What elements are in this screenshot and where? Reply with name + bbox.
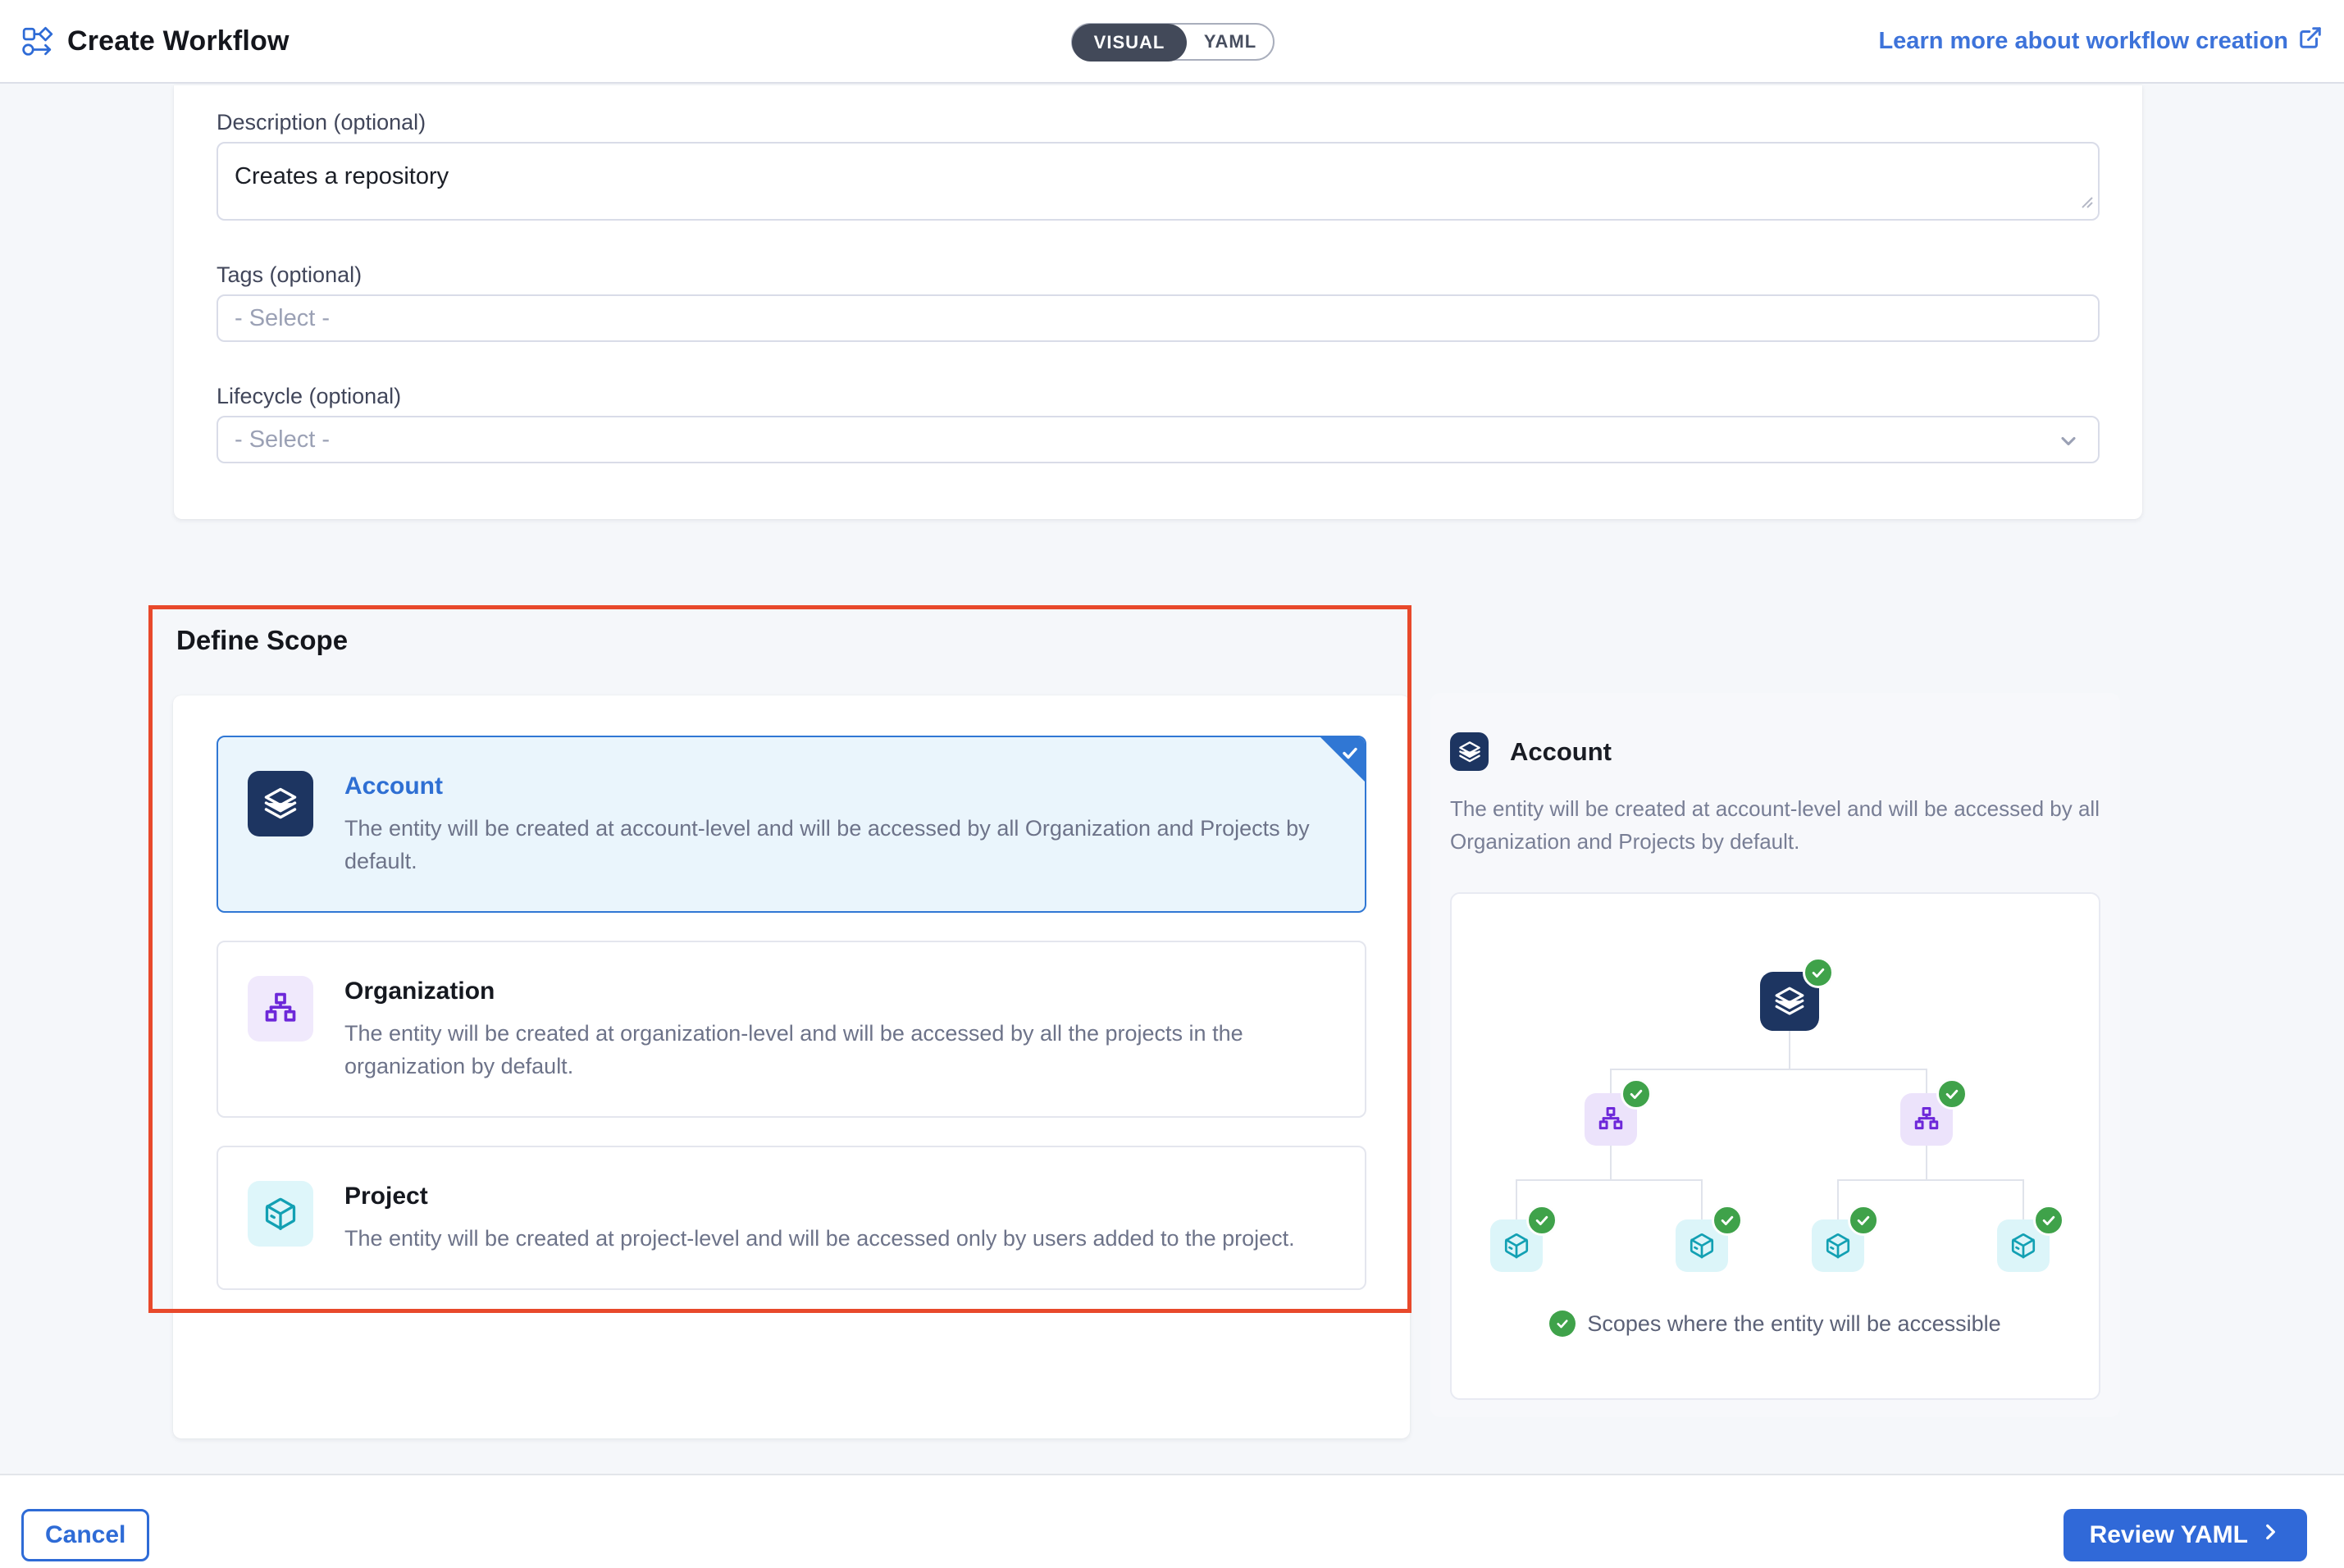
cube-icon <box>1503 1232 1530 1260</box>
tree-connector <box>1610 1069 1927 1070</box>
tags-label: Tags (optional) <box>217 262 2100 288</box>
option-description: The entity will be created at project-le… <box>344 1222 1295 1255</box>
visual-yaml-toggle: VISUAL YAML <box>1071 23 1275 61</box>
footer: Cancel Review YAML <box>0 1474 2344 1568</box>
scope-option-organization[interactable]: Organization The entity will be created … <box>217 941 1366 1118</box>
tree-connector <box>1837 1179 1839 1219</box>
scope-preview-panel: Account The entity will be created at ac… <box>1430 693 2120 1417</box>
scope-options-panel: Account The entity will be created at ac… <box>173 695 1410 1438</box>
layers-icon <box>1450 732 1489 771</box>
org-chart-icon <box>1913 1105 1940 1133</box>
scope-tree-card: Scopes where the entity will be accessib… <box>1450 892 2100 1400</box>
option-text: Project The entity will be created at pr… <box>344 1181 1295 1255</box>
learn-more-label: Learn more about workflow creation <box>1878 28 2288 55</box>
org-chart-icon <box>1597 1105 1625 1133</box>
toggle-visual[interactable]: VISUAL <box>1072 24 1187 62</box>
preview-description: The entity will be created at account-le… <box>1450 792 2100 858</box>
cube-icon <box>1688 1232 1716 1260</box>
layers-icon <box>248 771 313 836</box>
lifecycle-select[interactable]: - Select - <box>217 416 2100 463</box>
scope-option-project[interactable]: Project The entity will be created at pr… <box>217 1146 1366 1290</box>
review-yaml-button[interactable]: Review YAML <box>2064 1509 2307 1561</box>
preview-header: Account <box>1450 732 2100 771</box>
tree-connector <box>1701 1179 1703 1219</box>
description-label: Description (optional) <box>217 109 2100 135</box>
check-badge-icon <box>1712 1205 1743 1236</box>
check-badge-icon <box>2033 1205 2064 1236</box>
org-chart-icon <box>248 976 313 1042</box>
tree-connector <box>1926 1146 1927 1179</box>
tree-connector <box>1610 1069 1612 1093</box>
chevron-down-icon <box>2057 430 2080 457</box>
workflow-form-card: Description (optional) Creates a reposit… <box>174 85 2142 519</box>
layers-icon <box>1774 986 1805 1017</box>
check-badge-icon <box>1621 1078 1652 1110</box>
cancel-button[interactable]: Cancel <box>21 1509 149 1561</box>
check-badge-icon <box>1936 1078 1968 1110</box>
tags-input[interactable] <box>217 294 2100 342</box>
lifecycle-placeholder: - Select - <box>235 426 330 454</box>
tree-project-node <box>1490 1219 1543 1272</box>
tree-connector <box>1837 1179 2024 1181</box>
selected-check-icon <box>1340 743 1360 767</box>
toggle-yaml[interactable]: YAML <box>1188 25 1273 59</box>
tree-org-node <box>1585 1093 1637 1146</box>
tree-project-node <box>1812 1219 1864 1272</box>
option-text: Account The entity will be created at ac… <box>344 771 1335 877</box>
external-link-icon <box>2298 25 2323 57</box>
tree-legend: Scopes where the entity will be accessib… <box>1452 1310 2099 1337</box>
cube-icon <box>1824 1232 1852 1260</box>
description-field-wrap: Creates a repository <box>217 142 2100 221</box>
tree-connector <box>2022 1179 2024 1219</box>
tree-connector <box>1516 1179 1517 1219</box>
cube-icon <box>248 1181 313 1247</box>
tree-connector <box>1516 1179 1703 1181</box>
tree-connector <box>1926 1069 1927 1093</box>
tree-project-node <box>1997 1219 2050 1272</box>
workflow-icon <box>21 25 54 57</box>
header: Create Workflow VISUAL YAML Learn more a… <box>0 0 2344 84</box>
define-scope-heading: Define Scope <box>176 625 348 656</box>
legend-text: Scopes where the entity will be accessib… <box>1587 1311 2000 1337</box>
tree-connector <box>1610 1146 1612 1179</box>
preview-title: Account <box>1510 737 1612 767</box>
chevron-right-icon <box>2260 1521 2281 1549</box>
review-yaml-label: Review YAML <box>2090 1521 2248 1549</box>
check-badge-icon <box>1526 1205 1557 1236</box>
check-badge-icon <box>1848 1205 1879 1236</box>
check-badge-icon <box>1549 1310 1576 1337</box>
cube-icon <box>2009 1232 2037 1260</box>
check-badge-icon <box>1803 957 1834 988</box>
tree-account-node <box>1760 972 1819 1031</box>
option-title: Organization <box>344 978 1335 1005</box>
option-description: The entity will be created at account-le… <box>344 812 1335 877</box>
option-title: Project <box>344 1183 1295 1210</box>
option-description: The entity will be created at organizati… <box>344 1017 1335 1083</box>
lifecycle-label: Lifecycle (optional) <box>217 383 2100 409</box>
tree-project-node <box>1676 1219 1728 1272</box>
option-text: Organization The entity will be created … <box>344 976 1335 1083</box>
tree-connector <box>1789 1031 1790 1069</box>
scope-option-account[interactable]: Account The entity will be created at ac… <box>217 736 1366 913</box>
learn-more-link[interactable]: Learn more about workflow creation <box>1878 25 2323 57</box>
tree-org-node <box>1900 1093 1953 1146</box>
option-title: Account <box>344 773 1335 800</box>
description-textarea[interactable]: Creates a repository <box>217 142 2100 221</box>
page-title: Create Workflow <box>67 25 290 57</box>
